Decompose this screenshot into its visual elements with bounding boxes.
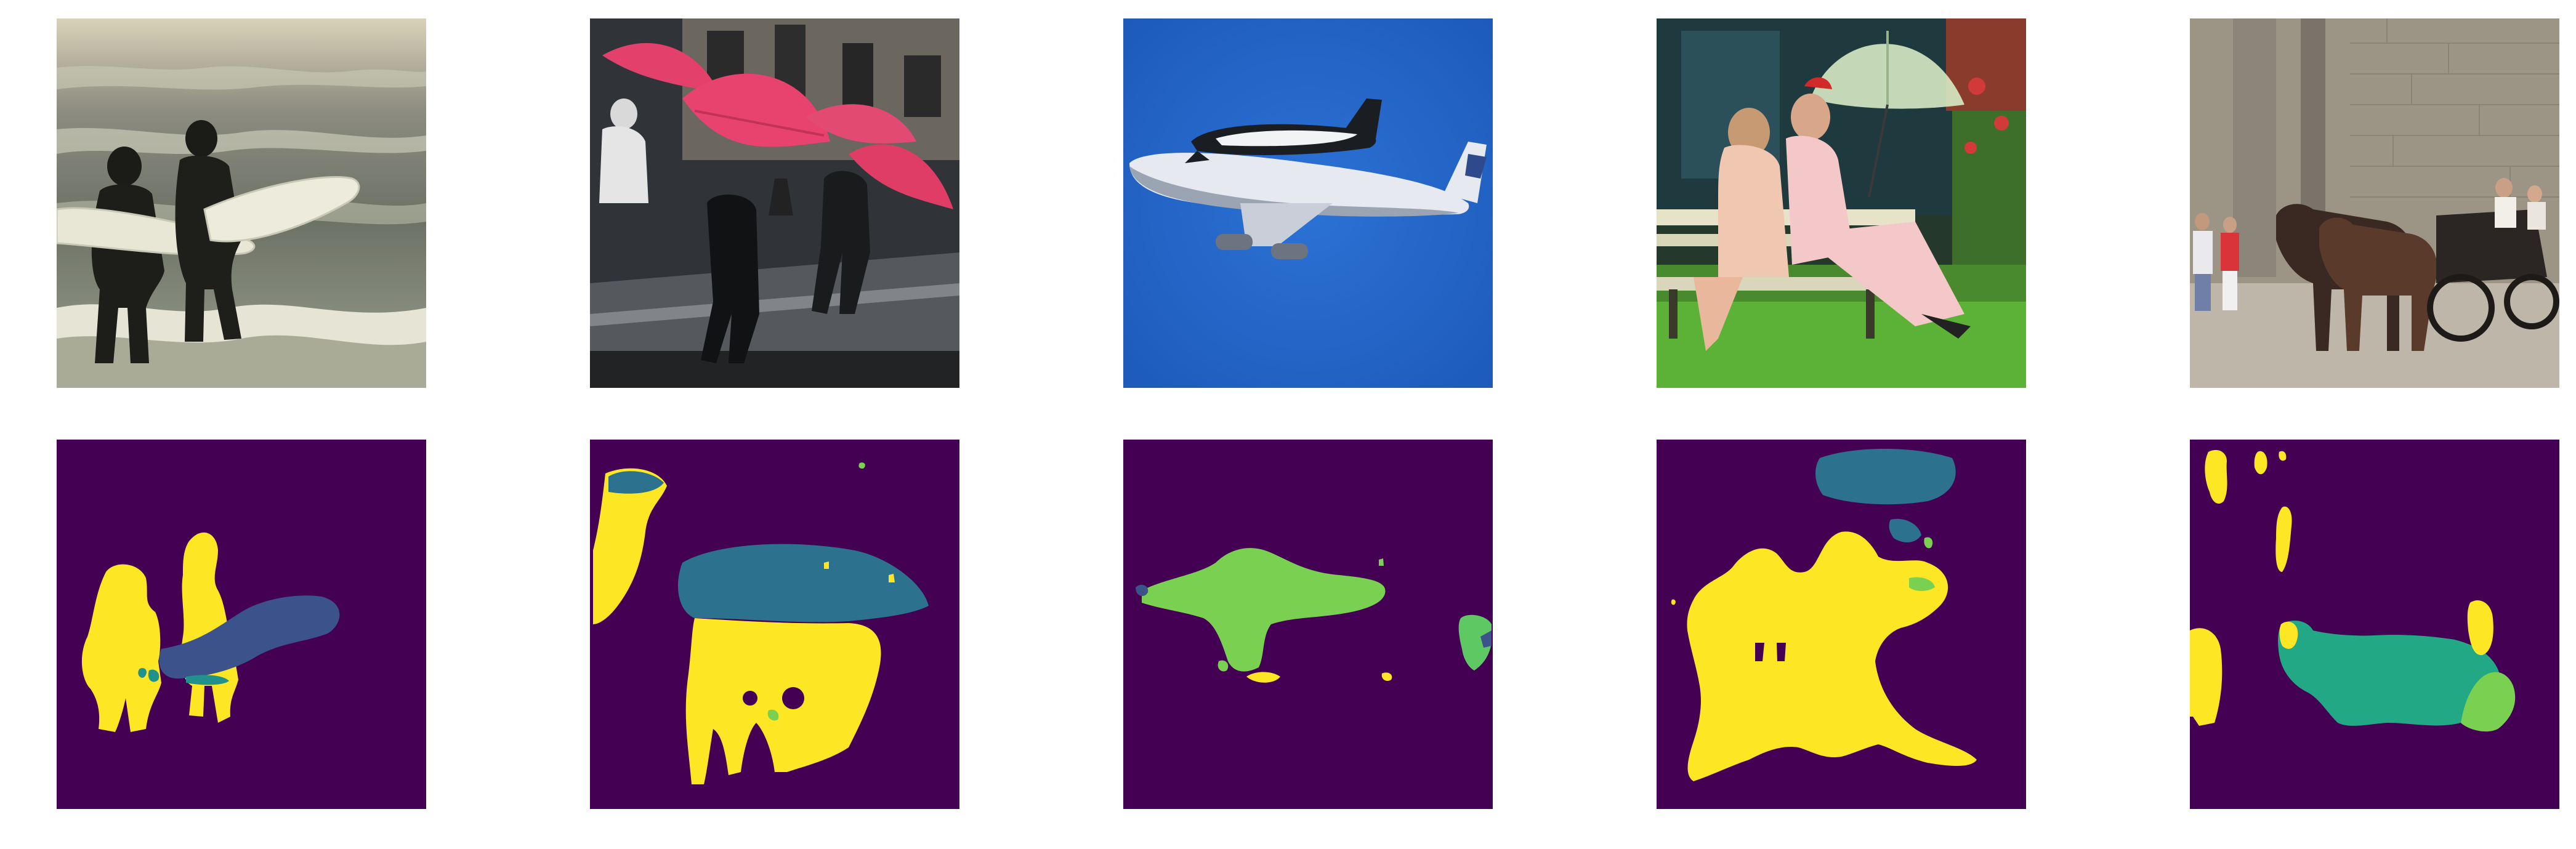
photo-panel-4: [1657, 18, 2026, 388]
mask-panel-2: [590, 440, 959, 809]
bench-mask: [1657, 440, 2026, 809]
photo-panel-5: [2190, 18, 2559, 388]
mask-panel-3: [1123, 440, 1493, 809]
umbrellas-mask: [590, 440, 959, 809]
photo-panel-3: [1123, 18, 1493, 388]
mask-panel-1: [57, 440, 426, 809]
photo-panel-2: [590, 18, 959, 388]
segmentation-figure: [0, 0, 2576, 849]
airplane-mask: [1123, 440, 1493, 809]
surfers-photo: [57, 18, 426, 388]
airplane-photo: [1123, 18, 1493, 388]
umbrellas-photo: [590, 18, 959, 388]
mask-panel-4: [1657, 440, 2026, 809]
mask-panel-5: [2190, 440, 2559, 809]
carriage-photo: [2190, 18, 2559, 388]
surfers-mask: [57, 440, 426, 809]
photo-panel-1: [57, 18, 426, 388]
carriage-mask: [2190, 440, 2559, 809]
bench-photo: [1657, 18, 2026, 388]
